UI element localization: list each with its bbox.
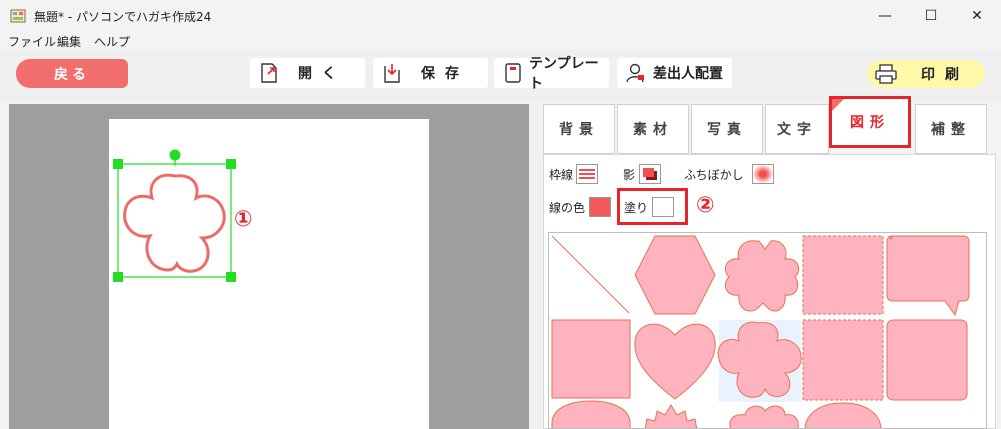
template-button-label: テンプレート xyxy=(529,56,599,92)
title-bar: 無題* - パソコンでハガキ作成24 — ☐ ✕ xyxy=(0,0,1001,32)
line-color-label: 線の色 xyxy=(549,200,586,215)
back-button-label: 戻る xyxy=(54,66,90,83)
shape-rounded-square[interactable] xyxy=(886,319,968,401)
shape-sakura[interactable] xyxy=(724,240,800,312)
toolbar: 戻る 開く 保存 テンプレート 差出人配置 印刷 xyxy=(0,50,1001,102)
line-color-property: 線の色 xyxy=(549,197,612,217)
menu-file[interactable]: ファイル xyxy=(8,33,56,50)
shape-stamp-square[interactable] xyxy=(802,319,884,401)
fill-highlight-box xyxy=(617,188,688,225)
minimize-icon: — xyxy=(878,8,892,24)
shape-plum-flower-2[interactable] xyxy=(729,405,799,429)
sender-placement-label: 差出人配置 xyxy=(653,66,723,82)
minimize-button[interactable]: — xyxy=(862,0,908,32)
open-button[interactable]: 開く xyxy=(250,58,365,88)
window-title: 無題* - パソコンでハガキ作成24 xyxy=(34,10,212,24)
resize-handle-tl[interactable] xyxy=(113,159,123,169)
maximize-icon: ☐ xyxy=(924,8,938,24)
shadow-button[interactable] xyxy=(639,164,662,184)
shape-speech-bubble[interactable] xyxy=(886,235,970,317)
print-button[interactable]: 印刷 xyxy=(867,60,985,88)
blur-label: ふちぼかし xyxy=(684,167,744,182)
close-icon: ✕ xyxy=(971,8,983,24)
open-button-label: 開く xyxy=(298,66,346,82)
shadow-icon xyxy=(639,164,662,184)
panel-splitter[interactable] xyxy=(529,104,543,429)
print-button-label: 印刷 xyxy=(921,67,969,83)
printer-icon xyxy=(875,64,897,84)
menu-bar: ファイル 編集 ヘルプ xyxy=(0,32,1001,50)
tab-shape[interactable]: 図形 xyxy=(829,96,911,148)
tab-adjust-label: 補整 xyxy=(931,122,971,138)
tab-background-label: 背景 xyxy=(559,122,599,138)
annotation-2: ② xyxy=(696,193,715,218)
active-tab-marker xyxy=(832,99,844,111)
canvas-workspace xyxy=(9,104,529,429)
shape-stamp[interactable] xyxy=(802,235,884,315)
annotation-1: ① xyxy=(234,207,253,232)
resize-handle-bl[interactable] xyxy=(113,272,123,282)
blur-button[interactable] xyxy=(751,164,774,184)
back-button[interactable]: 戻る xyxy=(16,59,128,88)
resize-handle-tr[interactable] xyxy=(226,159,236,169)
menu-edit[interactable]: 編集 xyxy=(57,33,81,50)
save-file-icon xyxy=(381,62,403,84)
maximize-button[interactable]: ☐ xyxy=(908,0,954,32)
shadow-property: 影 xyxy=(623,164,662,184)
resize-handle-br[interactable] xyxy=(226,272,236,282)
shadow-label: 影 xyxy=(623,167,636,182)
blur-icon xyxy=(751,164,774,184)
shape-circle[interactable] xyxy=(804,402,882,429)
shape-hexagon[interactable] xyxy=(634,235,716,315)
tab-photo[interactable]: 写真 xyxy=(691,104,763,154)
border-style-button[interactable] xyxy=(576,164,599,184)
menu-help[interactable]: ヘルプ xyxy=(94,33,130,50)
tab-background[interactable]: 背景 xyxy=(543,104,615,154)
rotate-handle[interactable] xyxy=(169,149,181,161)
tab-material[interactable]: 素材 xyxy=(617,104,689,154)
save-button-label: 保存 xyxy=(421,66,469,82)
save-button[interactable]: 保存 xyxy=(373,58,488,88)
sender-placement-button[interactable]: 差出人配置 xyxy=(617,58,732,88)
person-icon xyxy=(625,62,647,84)
border-lines-icon xyxy=(576,164,599,184)
tab-photo-label: 写真 xyxy=(707,122,747,138)
close-button[interactable]: ✕ xyxy=(954,0,1000,32)
shape-square[interactable] xyxy=(551,319,631,399)
selected-plum-shape[interactable] xyxy=(110,146,245,286)
tab-text[interactable]: 文字 xyxy=(765,104,829,154)
open-file-icon xyxy=(258,62,280,84)
shape-line[interactable] xyxy=(549,233,631,315)
shape-starburst[interactable] xyxy=(644,404,698,429)
line-color-swatch[interactable] xyxy=(589,197,612,217)
template-button[interactable]: テンプレート xyxy=(494,56,609,92)
border-label: 枠線 xyxy=(549,167,574,182)
tab-shape-label: 図形 xyxy=(850,115,890,131)
shape-circle-half[interactable] xyxy=(551,400,631,429)
shape-heart[interactable] xyxy=(634,323,716,400)
shape-gallery xyxy=(548,232,987,429)
template-icon xyxy=(502,62,523,84)
app-icon xyxy=(10,9,26,23)
blur-property: ふちぼかし xyxy=(684,164,774,184)
tab-text-label: 文字 xyxy=(777,122,817,138)
tab-material-label: 素材 xyxy=(633,122,673,138)
tab-adjust[interactable]: 補整 xyxy=(915,104,987,154)
tab-bar: 背景 素材 写真 文字 図形 補整 xyxy=(543,96,1001,154)
border-property: 枠線 xyxy=(549,164,599,184)
